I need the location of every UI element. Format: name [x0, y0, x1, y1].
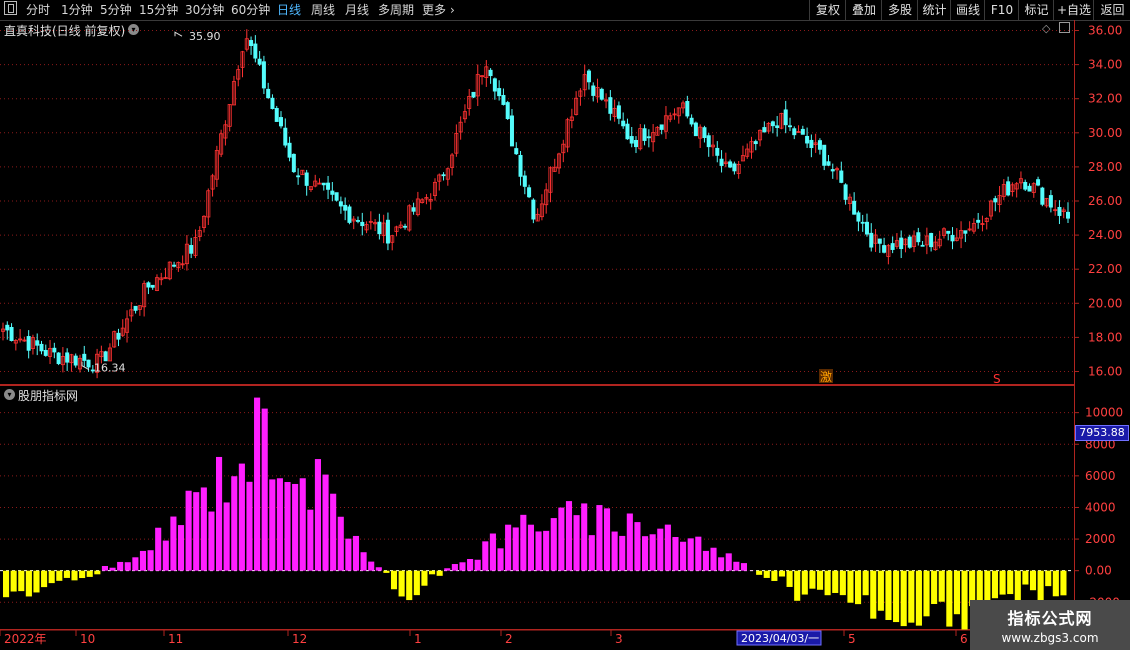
maximize-icon[interactable] — [1059, 22, 1070, 33]
tab-30min[interactable]: 30分钟 — [185, 0, 224, 20]
indicator-last-value: 7953.88 — [1075, 425, 1129, 441]
window-toggle-icon[interactable] — [4, 1, 17, 15]
indicator-frame — [0, 385, 1075, 630]
y-tick-label: 6000 — [1085, 469, 1116, 483]
y-tick-label: 28.00 — [1088, 160, 1122, 174]
x-tick-label: 3 — [615, 632, 623, 646]
stats-button[interactable]: 统计 — [917, 0, 951, 20]
crosshair-date-label: 2023/04/03/一 — [741, 632, 819, 645]
tab-more[interactable]: 更多 — [422, 0, 446, 20]
y-tick-label: 20.00 — [1088, 296, 1122, 310]
y-tick-label: 34.00 — [1088, 58, 1122, 72]
add-watchlist-button[interactable]: +自选 — [1053, 0, 1094, 20]
back-button[interactable]: 返回 — [1093, 0, 1130, 20]
overlay-button[interactable]: 叠加 — [845, 0, 882, 20]
watermark-title: 指标公式网 — [1007, 609, 1093, 628]
tab-monthly[interactable]: 月线 — [345, 0, 369, 20]
x-tick-label: 2022年 — [4, 632, 47, 646]
toolbar: 分时 1分钟 5分钟 15分钟 30分钟 60分钟 日线 周线 月线 多周期 更… — [0, 0, 1130, 21]
y-tick-label: 10000 — [1085, 406, 1123, 420]
fuquan-button[interactable]: 复权 — [809, 0, 846, 20]
chevron-down-icon[interactable]: ▾ — [128, 24, 139, 35]
y-tick-label: 2000 — [1085, 532, 1116, 546]
x-tick-label: 5 — [848, 632, 856, 646]
tab-daily[interactable]: 日线 — [277, 0, 301, 20]
x-tick-label: 12 — [292, 632, 307, 646]
diamond-icon[interactable]: ◇ — [1042, 22, 1050, 35]
tab-15min[interactable]: 15分钟 — [139, 0, 178, 20]
draw-line-button[interactable]: 画线 — [950, 0, 985, 20]
y-tick-label: 26.00 — [1088, 194, 1122, 208]
mark-button[interactable]: 标记 — [1018, 0, 1054, 20]
tab-60min[interactable]: 60分钟 — [231, 0, 270, 20]
tab-multi-period[interactable]: 多周期 — [378, 0, 414, 20]
watermark: 指标公式网 www.zbgs3.com — [970, 600, 1130, 650]
multi-stock-button[interactable]: 多股 — [881, 0, 918, 20]
x-tick-label: 10 — [80, 632, 95, 646]
watermark-url: www.zbgs3.com — [1001, 631, 1099, 645]
tab-1min[interactable]: 1分钟 — [61, 0, 93, 20]
main-chart-title: 直真科技(日线 前复权) — [4, 24, 126, 38]
crosshair-date-box — [736, 630, 822, 646]
indicator-title: 股朋指标网 — [18, 389, 79, 403]
x-tick-label: 2 — [505, 632, 513, 646]
f10-button[interactable]: F10 — [984, 0, 1019, 20]
y-tick-label: 4000 — [1085, 500, 1116, 514]
chevron-right-icon[interactable]: › — [450, 0, 455, 20]
y-tick-label: 0.00 — [1085, 564, 1112, 578]
x-tick-label: 6 — [960, 632, 968, 646]
y-tick-label: 16.00 — [1088, 364, 1122, 378]
y-tick-label: 18.00 — [1088, 330, 1122, 344]
x-tick-label: 1 — [414, 632, 422, 646]
x-tick-label: 11 — [168, 632, 183, 646]
main-chart-frame — [0, 20, 1075, 385]
y-tick-label: 32.00 — [1088, 92, 1122, 106]
y-tick-label: 24.00 — [1088, 228, 1122, 242]
y-tick-label: 22.00 — [1088, 262, 1122, 276]
tab-weekly[interactable]: 周线 — [311, 0, 335, 20]
chevron-down-icon[interactable]: ▾ — [4, 389, 15, 400]
tab-5min[interactable]: 5分钟 — [100, 0, 132, 20]
y-tick-label: 30.00 — [1088, 126, 1122, 140]
y-tick-label: 36.00 — [1088, 24, 1122, 38]
tab-fenshi[interactable]: 分时 — [26, 0, 50, 20]
